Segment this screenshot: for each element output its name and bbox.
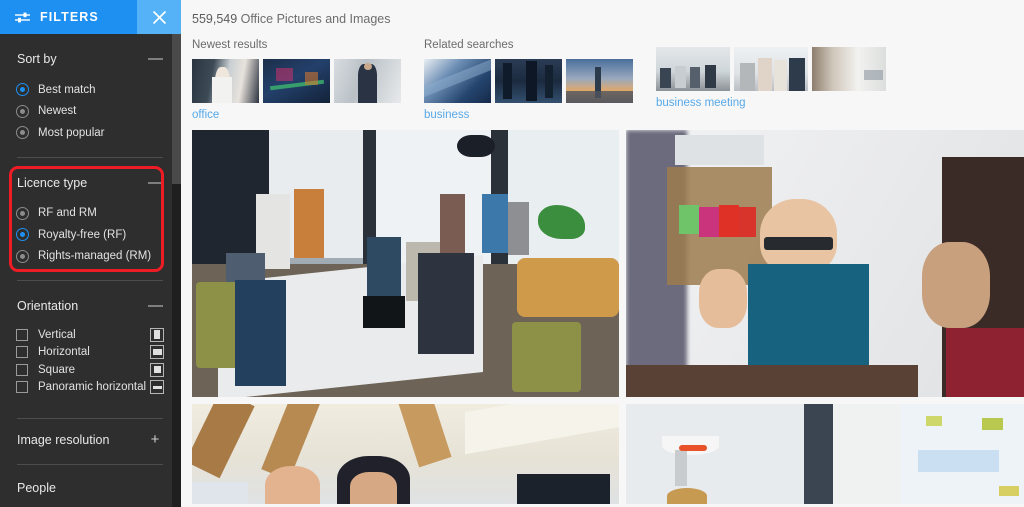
meeting-room-thumb[interactable] (656, 47, 730, 91)
sort-by-options: Best match Newest Most popular (16, 79, 164, 144)
strip-title: Newest results (192, 39, 268, 51)
filter-section-orientation: Orientation — Vertical Horizontal Square… (16, 281, 164, 419)
orientation-options: Vertical Horizontal Square Panoramic hor… (16, 326, 164, 396)
radio-most-popular-icon[interactable] (16, 126, 29, 140)
orientation-option-vertical[interactable]: Vertical (16, 326, 164, 344)
radio-rf-and-rm-icon[interactable] (16, 206, 29, 220)
licence-type-title: Licence type (17, 175, 88, 190)
strip-link-office[interactable]: office (192, 109, 401, 121)
sidebar-scrollbar[interactable] (172, 34, 181, 507)
strip-newest-results: Newest results office (192, 39, 401, 121)
skyline-sunset-thumb[interactable] (566, 59, 633, 103)
radio-rights-managed-icon[interactable] (16, 249, 29, 263)
office-corridor-thumb[interactable] (812, 47, 886, 91)
orientation-option-label: Square (38, 363, 76, 376)
licence-option-label: Royalty-free (RF) (38, 228, 127, 241)
industrial-office-wall-photo[interactable] (626, 404, 1024, 504)
sort-option-label: Best match (38, 83, 96, 96)
sliders-icon (14, 11, 31, 24)
sort-option-newest[interactable]: Newest (16, 101, 164, 123)
man-glasses-talking-photo[interactable] (626, 130, 1024, 397)
number-of-people-title: Number of people (16, 495, 164, 507)
strip-link-business-meeting[interactable]: business meeting (656, 97, 886, 109)
orientation-header[interactable]: Orientation — (16, 295, 164, 317)
orientation-collapse-icon[interactable]: — (148, 298, 163, 313)
office-woman-thumb[interactable] (192, 59, 259, 103)
checkbox-horizontal-icon[interactable] (16, 346, 28, 359)
image-search-page: FILTERS Sort by — Best match Newest Most… (0, 0, 1024, 507)
checkbox-panoramic-icon[interactable] (16, 381, 28, 394)
suggestion-strips: Newest results office Related searches b… (181, 26, 1024, 121)
image-resolution-title: Image resolution (17, 433, 110, 447)
orientation-option-label: Panoramic horizontal (38, 381, 147, 394)
orientation-option-label: Horizontal (38, 346, 90, 359)
results-label: Office Pictures and Images (240, 12, 391, 26)
filter-section-people: People Number of people (16, 465, 164, 507)
sort-option-label: Newest (38, 105, 77, 118)
sort-by-collapse-icon[interactable]: — (148, 51, 163, 66)
thumb-row (192, 59, 401, 103)
filter-section-sort-by: Sort by — Best match Newest Most popular (16, 34, 164, 158)
filters-header-left: FILTERS (0, 10, 99, 24)
people-title: People (17, 481, 56, 495)
licence-type-collapse-icon[interactable]: — (148, 175, 163, 190)
filter-section-image-resolution: Image resolution + (16, 419, 164, 465)
search-results-main: 559,549 Office Pictures and Images Newes… (181, 0, 1024, 507)
city-reflection-thumb[interactable] (495, 59, 562, 103)
orientation-option-square[interactable]: Square (16, 361, 164, 379)
standing-discussion-thumb[interactable] (734, 47, 808, 91)
checkbox-square-icon[interactable] (16, 363, 28, 376)
results-summary: 559,549 Office Pictures and Images (181, 0, 1024, 26)
thumb-row (656, 47, 886, 91)
sidebar-scrollbar-thumb[interactable] (172, 34, 181, 184)
filters-scroll-area: Sort by — Best match Newest Most popular (0, 34, 181, 507)
results-count: 559,549 (192, 12, 238, 26)
image-resolution-header[interactable]: Image resolution + (16, 419, 164, 451)
image-resolution-expand-icon[interactable]: + (148, 432, 162, 447)
filters-sidebar: FILTERS Sort by — Best match Newest Most… (0, 0, 181, 507)
strip-business-meeting: business meeting (656, 39, 886, 121)
licence-option-label: RF and RM (38, 207, 97, 220)
colleagues-workshop-photo[interactable] (192, 404, 619, 504)
filters-title: FILTERS (40, 10, 99, 24)
close-icon (152, 10, 166, 24)
filters-header: FILTERS (0, 0, 181, 34)
sort-option-label: Most popular (38, 126, 105, 139)
orientation-option-panoramic-horizontal[interactable]: Panoramic horizontal (16, 379, 164, 397)
orientation-title: Orientation (17, 299, 79, 313)
orientation-panoramic-icon (150, 380, 164, 395)
radio-best-match-icon[interactable] (16, 83, 29, 97)
radio-royalty-free-icon[interactable] (16, 228, 29, 242)
orientation-horizontal-icon (150, 345, 164, 360)
results-grid (192, 130, 1024, 504)
strip-related-searches: Related searches business (424, 39, 633, 121)
strip-title: Related searches (424, 39, 514, 51)
city-night-map-thumb[interactable] (263, 59, 330, 103)
orientation-vertical-icon (150, 327, 164, 342)
licence-option-rf-and-rm[interactable]: RF and RM (16, 203, 164, 225)
thumb-row (424, 59, 633, 103)
checkbox-vertical-icon[interactable] (16, 328, 28, 341)
strip-link-business[interactable]: business (424, 109, 633, 121)
licence-type-options: RF and RM Royalty-free (RF) Rights-manag… (16, 203, 164, 268)
open-plan-office-meeting-photo[interactable] (192, 130, 619, 397)
orientation-square-icon (150, 362, 164, 377)
sort-option-best-match[interactable]: Best match (16, 79, 164, 101)
sort-option-most-popular[interactable]: Most popular (16, 122, 164, 144)
sort-by-header[interactable]: Sort by — (16, 48, 164, 70)
radio-newest-icon[interactable] (16, 104, 29, 118)
licence-option-label: Rights-managed (RM) (38, 250, 152, 263)
licence-option-royalty-free[interactable]: Royalty-free (RF) (16, 224, 164, 246)
filter-section-licence-type: Licence type — RF and RM Royalty-free (R… (16, 158, 164, 281)
orientation-option-label: Vertical (38, 328, 76, 341)
close-filters-button[interactable] (137, 0, 181, 34)
businessman-phone-thumb[interactable] (334, 59, 401, 103)
licence-option-rights-managed[interactable]: Rights-managed (RM) (16, 246, 164, 268)
glass-architecture-thumb[interactable] (424, 59, 491, 103)
orientation-option-horizontal[interactable]: Horizontal (16, 344, 164, 362)
licence-type-header[interactable]: Licence type — (16, 172, 164, 194)
sort-by-title: Sort by (17, 52, 57, 66)
